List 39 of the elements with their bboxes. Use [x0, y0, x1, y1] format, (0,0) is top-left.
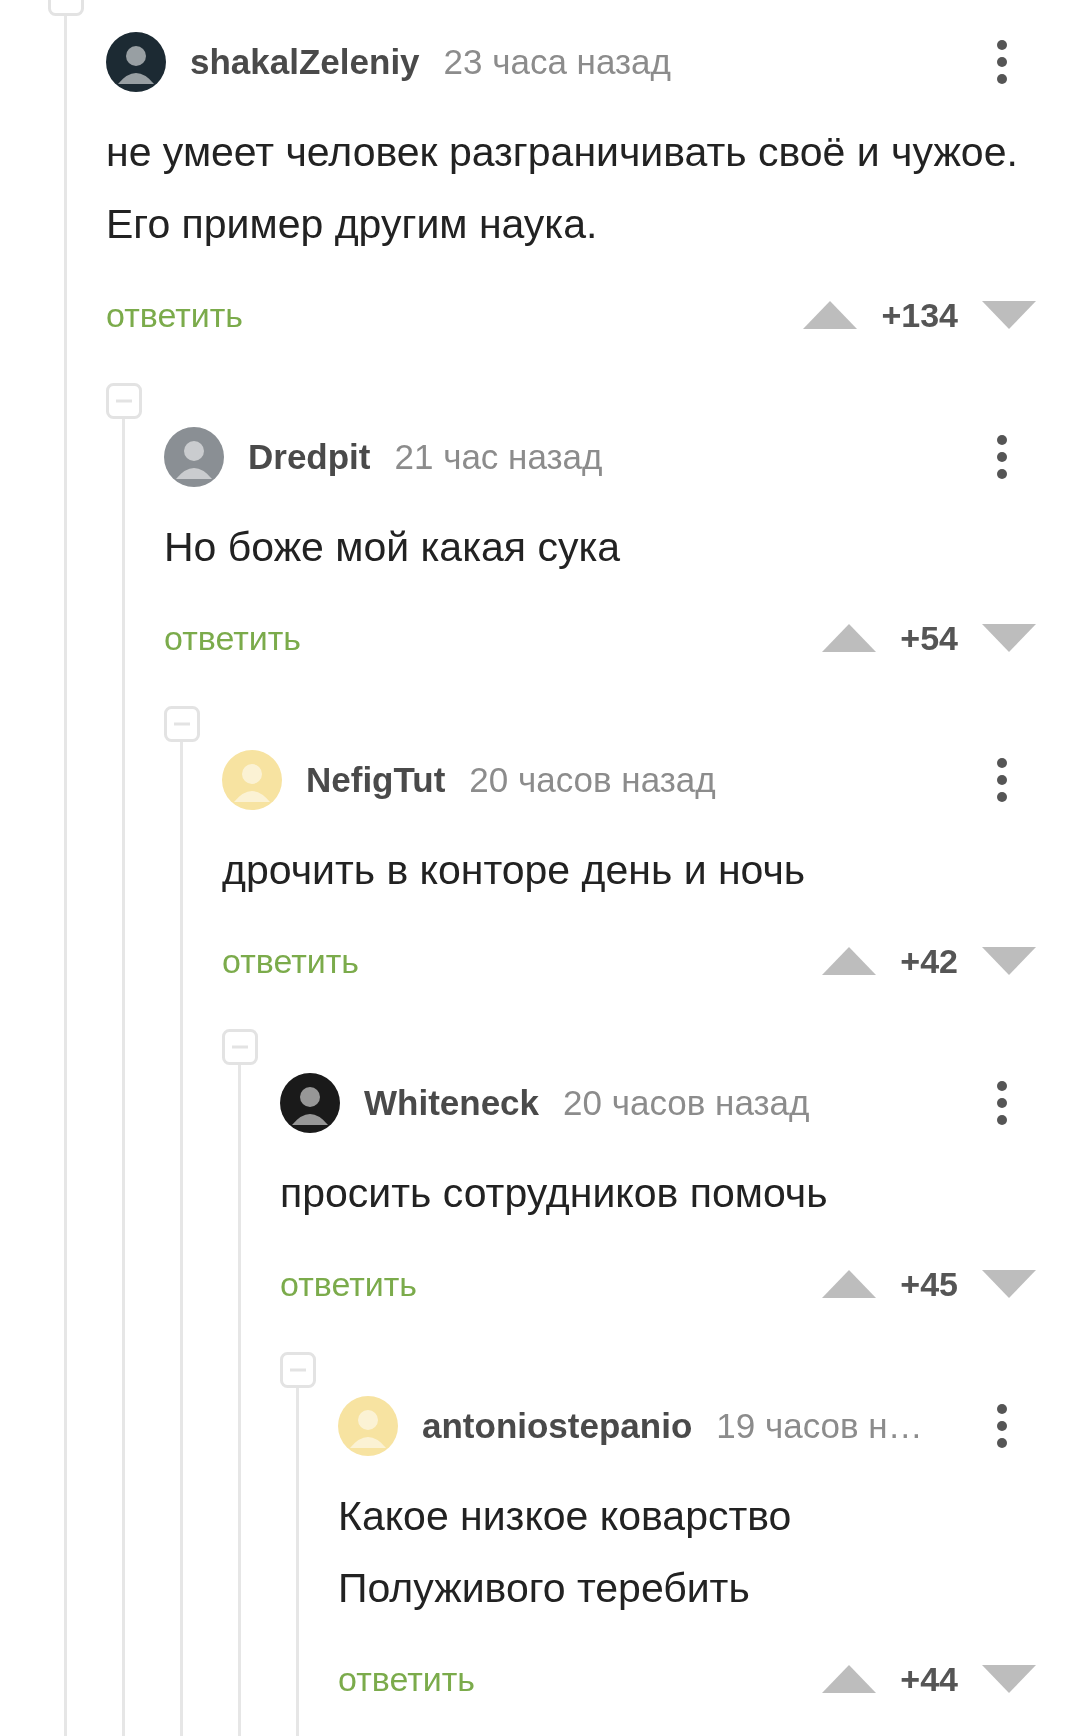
downvote-icon[interactable]	[982, 624, 1036, 652]
collapse-icon[interactable]	[280, 1352, 316, 1388]
author-name[interactable]: Whiteneck	[364, 1076, 540, 1130]
comment-time: 21 час назад	[394, 435, 603, 478]
upvote-icon[interactable]	[822, 1270, 877, 1298]
downvote-icon[interactable]	[982, 1665, 1036, 1693]
author-name[interactable]: Dredpit	[248, 430, 371, 484]
collapse-icon[interactable]	[164, 706, 200, 742]
score: +44	[900, 1658, 958, 1700]
comment-time: 23 часа назад	[443, 40, 671, 83]
comment-text: Какое низкое коварство Полуживого теребить	[338, 1492, 793, 1613]
more-icon[interactable]	[996, 1403, 1008, 1449]
author-name[interactable]: NefigTut	[306, 753, 446, 807]
collapse-icon[interactable]	[106, 383, 142, 419]
more-icon[interactable]	[996, 1080, 1008, 1126]
score: +42	[900, 940, 958, 982]
more-icon[interactable]	[996, 434, 1008, 480]
upvote-icon[interactable]	[822, 1665, 877, 1693]
collapse-icon[interactable]	[222, 1029, 258, 1065]
author-name[interactable]: shakalZeleniy	[190, 35, 420, 89]
comment-time: 20 часов назад	[469, 758, 716, 801]
comment-time: 20 часов назад	[563, 1081, 810, 1124]
score: +54	[900, 617, 958, 659]
score: +45	[900, 1263, 958, 1305]
comment-text: Но боже мой какая сука	[164, 523, 622, 572]
comment-time: 19 часов н…	[716, 1404, 923, 1447]
comment-text: дрочить в конторе день и ночь	[222, 846, 807, 895]
upvote-icon[interactable]	[822, 624, 877, 652]
downvote-icon[interactable]	[982, 947, 1036, 975]
upvote-icon[interactable]	[822, 947, 877, 975]
more-icon[interactable]	[996, 39, 1008, 85]
comment-text: просить сотрудников помочь	[280, 1169, 829, 1218]
author-name[interactable]: antoniostepanio	[422, 1399, 693, 1453]
downvote-icon[interactable]	[982, 301, 1036, 329]
score: +134	[881, 294, 958, 336]
upvote-icon[interactable]	[803, 301, 858, 329]
comment-text: не умеет человек разграничивать своё и чужое. Его пример другим наука.	[106, 128, 1019, 249]
downvote-icon[interactable]	[982, 1270, 1036, 1298]
more-icon[interactable]	[996, 757, 1008, 803]
